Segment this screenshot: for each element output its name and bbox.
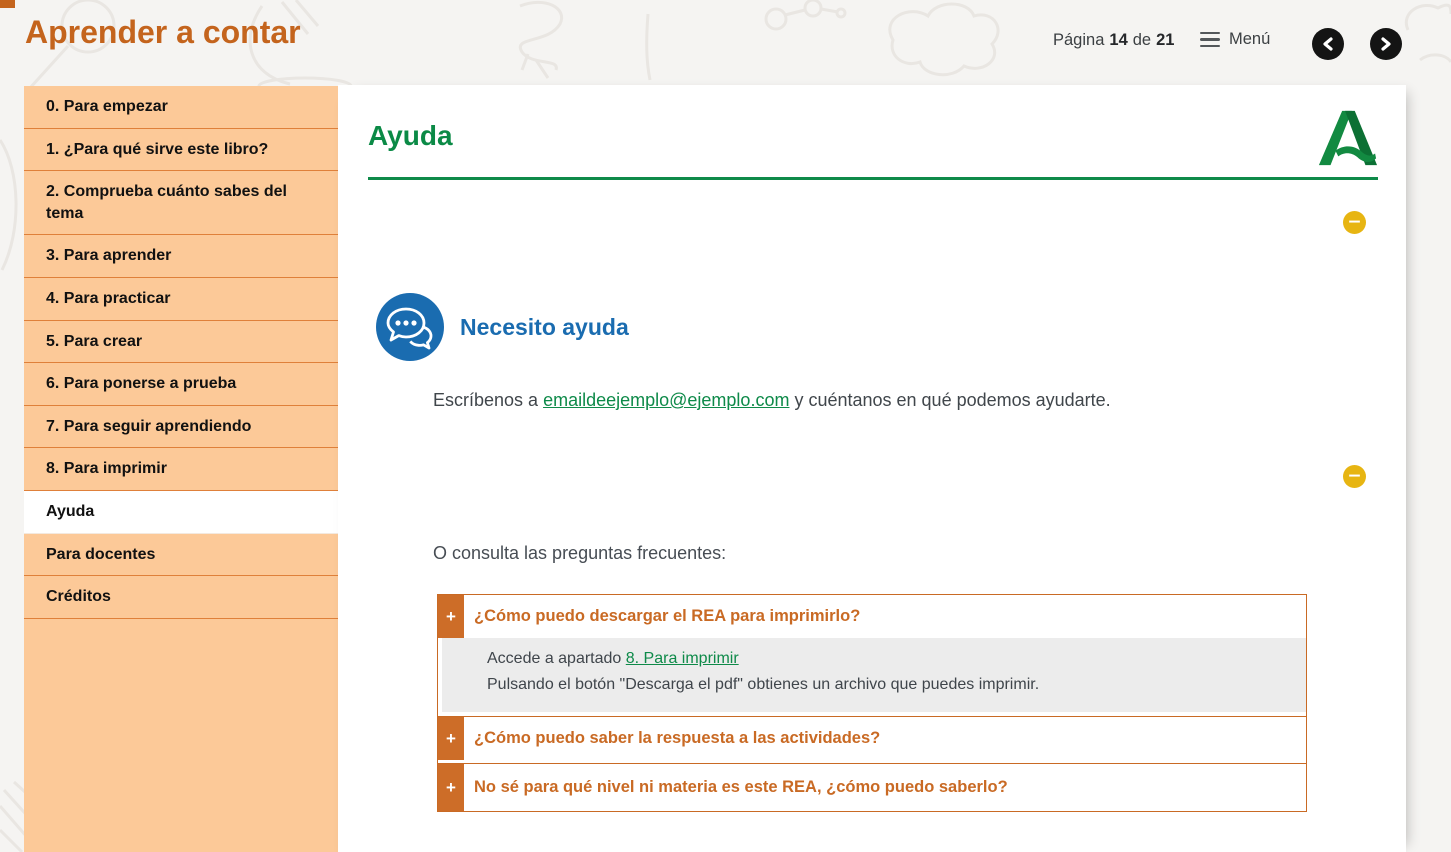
- sidebar-item-ayuda[interactable]: Ayuda: [24, 491, 346, 534]
- plus-icon: +: [438, 595, 464, 638]
- faq-item-descargar: + ¿Cómo puedo descargar el REA para impr…: [438, 595, 1306, 712]
- help-email-link[interactable]: emaildeejemplo@ejemplo.com: [543, 390, 789, 410]
- faq-question-nivel-materia[interactable]: + No sé para qué nivel ni materia es est…: [438, 763, 1306, 811]
- corner-accent: [0, 0, 15, 8]
- chevron-left-icon: [1322, 37, 1334, 51]
- chevron-right-icon: [1380, 37, 1392, 51]
- sidebar-item-para-aprender[interactable]: 3. Para aprender: [24, 235, 338, 278]
- faq-question-respuestas[interactable]: + ¿Cómo puedo saber la respuesta a las a…: [438, 716, 1306, 760]
- collapse-section-button-2[interactable]: −: [1343, 465, 1366, 488]
- faq-accordion: + ¿Cómo puedo descargar el REA para impr…: [437, 594, 1307, 812]
- sidebar-item-seguir-aprendiendo[interactable]: 7. Para seguir aprendiendo: [24, 406, 338, 449]
- faq-answer-link-para-imprimir[interactable]: 8. Para imprimir: [626, 650, 739, 667]
- page-current: 14: [1109, 31, 1127, 50]
- faq-intro-text: O consulta las preguntas frecuentes:: [433, 543, 726, 564]
- sidebar-item-para-docentes[interactable]: Para docentes: [24, 534, 338, 577]
- page-indicator-separator: de: [1133, 31, 1151, 50]
- collapse-section-button-1[interactable]: −: [1343, 211, 1366, 234]
- sidebar-item-para-empezar[interactable]: 0. Para empezar: [24, 86, 338, 129]
- faq-item-respuestas: + ¿Cómo puedo saber la respuesta a las a…: [438, 716, 1306, 760]
- faq-answer-line: Pulsando el botón "Descarga el pdf" obti…: [487, 676, 1286, 694]
- help-section-heading: Necesito ayuda: [460, 314, 629, 341]
- page-indicator-prefix: Página: [1053, 31, 1104, 50]
- faq-question-text: ¿Cómo puedo saber la respuesta a las act…: [464, 717, 1306, 760]
- faq-answer-prefix: Accede a apartado: [487, 650, 626, 667]
- faq-question-descargar[interactable]: + ¿Cómo puedo descargar el REA para impr…: [438, 595, 1306, 638]
- sidebar-item-comprueba[interactable]: 2. Comprueba cuánto sabes del tema: [24, 171, 338, 235]
- chat-bubbles-icon: [376, 293, 444, 361]
- sidebar-item-para-crear[interactable]: 5. Para crear: [24, 321, 338, 364]
- faq-item-nivel-materia: + No sé para qué nivel ni materia es est…: [438, 763, 1306, 811]
- help-intro-prefix: Escríbenos a: [433, 390, 543, 410]
- main-content: Ayuda − Necesito ayuda Escríbenos a emai…: [338, 85, 1406, 852]
- next-page-button[interactable]: [1370, 28, 1402, 60]
- faq-answer-descargar: Accede a apartado 8. Para imprimir Pulsa…: [442, 638, 1306, 712]
- title-divider: [368, 177, 1378, 180]
- sidebar-item-ponerse-a-prueba[interactable]: 6. Para ponerse a prueba: [24, 363, 338, 406]
- help-heading-row: Necesito ayuda: [376, 293, 629, 361]
- help-intro-suffix: y cuéntanos en qué podemos ayudarte.: [789, 390, 1110, 410]
- sidebar-item-para-practicar[interactable]: 4. Para practicar: [24, 278, 338, 321]
- junta-de-andalucia-logo: [1316, 108, 1378, 168]
- help-intro-text: Escríbenos a emaildeejemplo@ejemplo.com …: [433, 390, 1111, 411]
- plus-icon: +: [438, 717, 464, 760]
- table-of-contents-sidebar: 0. Para empezar 1. ¿Para qué sirve este …: [24, 86, 338, 852]
- sidebar-item-para-que-sirve[interactable]: 1. ¿Para qué sirve este libro?: [24, 129, 338, 172]
- faq-question-text: ¿Cómo puedo descargar el REA para imprim…: [464, 595, 1306, 638]
- hamburger-icon: [1200, 32, 1220, 48]
- sidebar-item-creditos[interactable]: Créditos: [24, 576, 338, 619]
- prev-page-button[interactable]: [1312, 28, 1344, 60]
- page-title: Ayuda: [368, 120, 453, 152]
- page-total: 21: [1156, 31, 1174, 50]
- plus-icon: +: [438, 764, 464, 811]
- faq-question-text: No sé para qué nivel ni materia es este …: [464, 764, 1306, 811]
- menu-label: Menú: [1229, 30, 1270, 49]
- menu-button[interactable]: Menú: [1200, 30, 1270, 49]
- page-indicator: Página 14 de 21: [1053, 31, 1174, 50]
- sidebar-item-para-imprimir[interactable]: 8. Para imprimir: [24, 448, 338, 491]
- app-title: Aprender a contar: [25, 14, 301, 51]
- faq-answer-line: Accede a apartado 8. Para imprimir: [487, 650, 1286, 668]
